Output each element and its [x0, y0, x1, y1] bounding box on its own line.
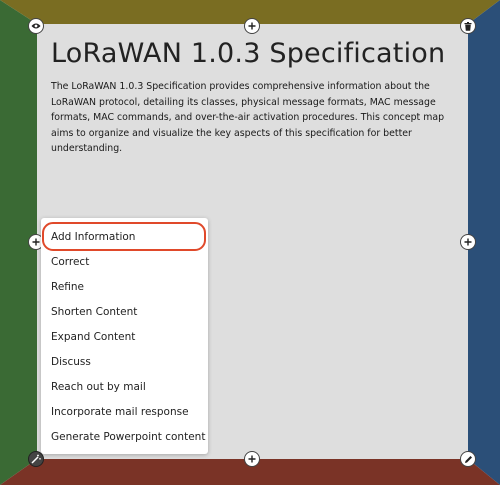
add-right-button[interactable] [460, 234, 476, 250]
menu-item-discuss[interactable]: Discuss [51, 356, 91, 368]
menu-item-correct[interactable]: Correct [51, 256, 89, 268]
plus-icon [248, 455, 256, 463]
menu-item-add-information[interactable]: Add Information [51, 231, 135, 243]
menu-item-expand-content[interactable]: Expand Content [51, 331, 135, 343]
edit-button[interactable] [460, 451, 476, 467]
menu-item-incorporate-mail-response[interactable]: Incorporate mail response [51, 406, 189, 418]
menu-item-shorten-content[interactable]: Shorten Content [51, 306, 137, 318]
plus-icon [464, 238, 472, 246]
card-description: The LoRaWAN 1.0.3 Specification provides… [51, 81, 445, 155]
add-bottom-button[interactable] [244, 451, 260, 467]
menu-item-refine[interactable]: Refine [51, 281, 84, 293]
delete-button[interactable] [460, 18, 476, 34]
pencil-icon [464, 455, 472, 463]
magic-wand-icon [31, 454, 41, 464]
plus-icon [32, 238, 40, 246]
context-menu: Add Information Correct Refine Shorten C… [41, 218, 208, 454]
trash-icon [464, 21, 472, 31]
plus-icon [248, 22, 256, 30]
menu-item-reach-out-by-mail[interactable]: Reach out by mail [51, 381, 146, 393]
card-title: LoRaWAN 1.0.3 Specification [51, 38, 446, 69]
menu-item-generate-powerpoint-content[interactable]: Generate Powerpoint content [51, 431, 205, 443]
eye-icon[interactable] [28, 18, 44, 34]
add-top-button[interactable] [244, 18, 260, 34]
